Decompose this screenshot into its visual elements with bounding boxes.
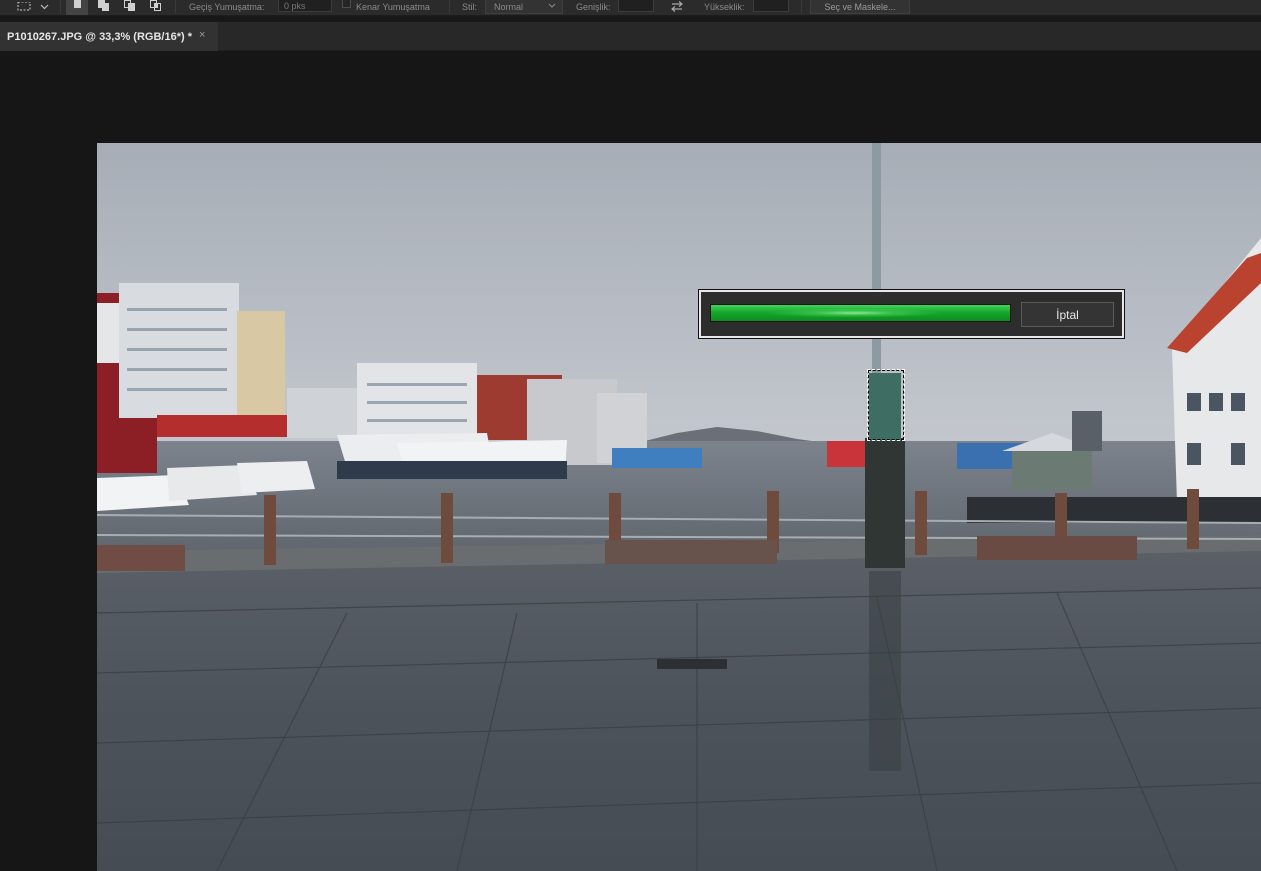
separator (449, 0, 450, 14)
width-input[interactable] (618, 0, 654, 12)
chevron-down-icon[interactable] (37, 0, 51, 13)
progress-dialog: İptal (699, 290, 1124, 338)
new-selection-button[interactable] (66, 0, 88, 15)
width-label: Genişlik: (576, 1, 611, 12)
document-tab-title: P1010267.JPG @ 33,3% (RGB/16*) * (7, 30, 192, 43)
document-image[interactable] (97, 143, 1261, 871)
style-select[interactable]: Normal (485, 0, 563, 14)
height-label: Yükseklik: (704, 1, 745, 12)
close-icon[interactable]: × (199, 29, 205, 41)
style-select-value: Normal (494, 1, 524, 12)
options-bar: Geçiş Yumuşatma: 0 pks Kenar Yumuşatma S… (0, 0, 1261, 16)
progress-bar (710, 304, 1011, 322)
select-and-mask-button[interactable]: Seç ve Maskele... (810, 0, 910, 14)
progress-bar-shine (711, 305, 1010, 321)
chevron-down-icon (548, 3, 556, 8)
antialias-checkbox[interactable] (342, 0, 351, 8)
document-tab-bar: P1010267.JPG @ 33,3% (RGB/16*) * × (0, 22, 1261, 51)
antialias-label: Kenar Yumuşatma (356, 1, 430, 12)
rect-marquee-icon[interactable] (14, 0, 34, 13)
height-input[interactable] (753, 0, 789, 12)
separator (60, 0, 61, 14)
harbor-photo (97, 143, 1261, 871)
cancel-button[interactable]: İptal (1021, 302, 1114, 327)
subtract-from-selection-button[interactable] (118, 0, 140, 15)
add-to-selection-button[interactable] (92, 0, 114, 15)
document-tab[interactable]: P1010267.JPG @ 33,3% (RGB/16*) * × (0, 22, 218, 51)
style-label: Stil: (462, 1, 478, 12)
separator (175, 0, 176, 14)
swap-arrows-icon[interactable] (668, 0, 686, 13)
feather-input[interactable]: 0 pks (278, 0, 332, 12)
feather-label: Geçiş Yumuşatma: (189, 1, 265, 12)
separator (801, 0, 802, 14)
intersect-selection-button[interactable] (144, 0, 166, 15)
marquee-selection[interactable] (867, 369, 905, 441)
